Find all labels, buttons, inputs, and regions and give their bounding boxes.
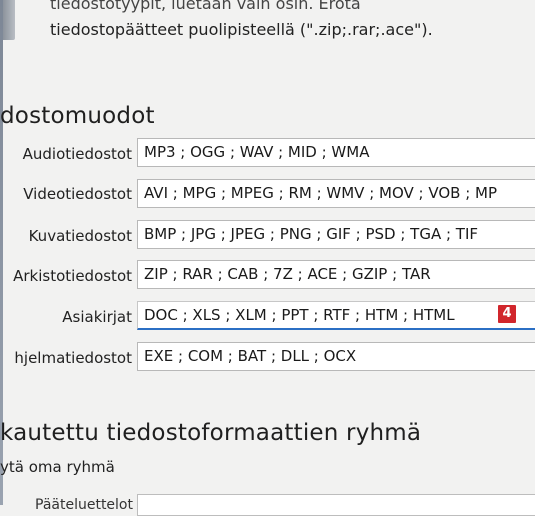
file-formats-title: dostomuodot [0, 103, 155, 129]
extension-list-label: Pääteluettelot [35, 497, 133, 513]
video-files-input[interactable]: AVI ; MPG ; MPEG ; RM ; WMV ; MOV ; VOB … [137, 179, 535, 208]
description-line-2: tiedostopäätteet puolipisteellä (".zip;.… [50, 20, 433, 39]
info-icon [3, 0, 15, 40]
archive-files-label: Arkistotiedostot [13, 267, 132, 285]
extension-list-input[interactable] [137, 494, 535, 516]
image-files-input[interactable]: BMP ; JPG ; JPEG ; PNG ; GIF ; PSD ; TGA… [137, 220, 535, 249]
documents-input[interactable]: DOC ; XLS ; XLM ; PPT ; RTF ; HTM ; HTML [137, 301, 535, 330]
audio-files-input[interactable]: MP3 ; OGG ; WAV ; MID ; WMA [137, 138, 535, 167]
custom-group-title: kautettu tiedostoformaattien ryhmä [0, 420, 422, 446]
video-files-label: Videotiedostot [23, 185, 132, 203]
program-files-label: hjelmatiedostot [14, 349, 132, 367]
callout-badge: 4 [498, 305, 516, 323]
custom-group-subtitle: ytä oma ryhmä [0, 458, 115, 476]
description-line-1: tiedostotyypit, luetaan vain osin. Erota [50, 0, 361, 13]
archive-files-input[interactable]: ZIP ; RAR ; CAB ; 7Z ; ACE ; GZIP ; TAR [137, 260, 535, 289]
documents-label: Asiakirjat [62, 308, 132, 326]
image-files-label: Kuvatiedostot [28, 227, 132, 245]
audio-files-label: Audiotiedostot [22, 145, 132, 163]
description-text: tiedostotyypit, luetaan vain osin. Erota… [50, 0, 530, 43]
program-files-input[interactable]: EXE ; COM ; BAT ; DLL ; OCX [137, 342, 535, 371]
